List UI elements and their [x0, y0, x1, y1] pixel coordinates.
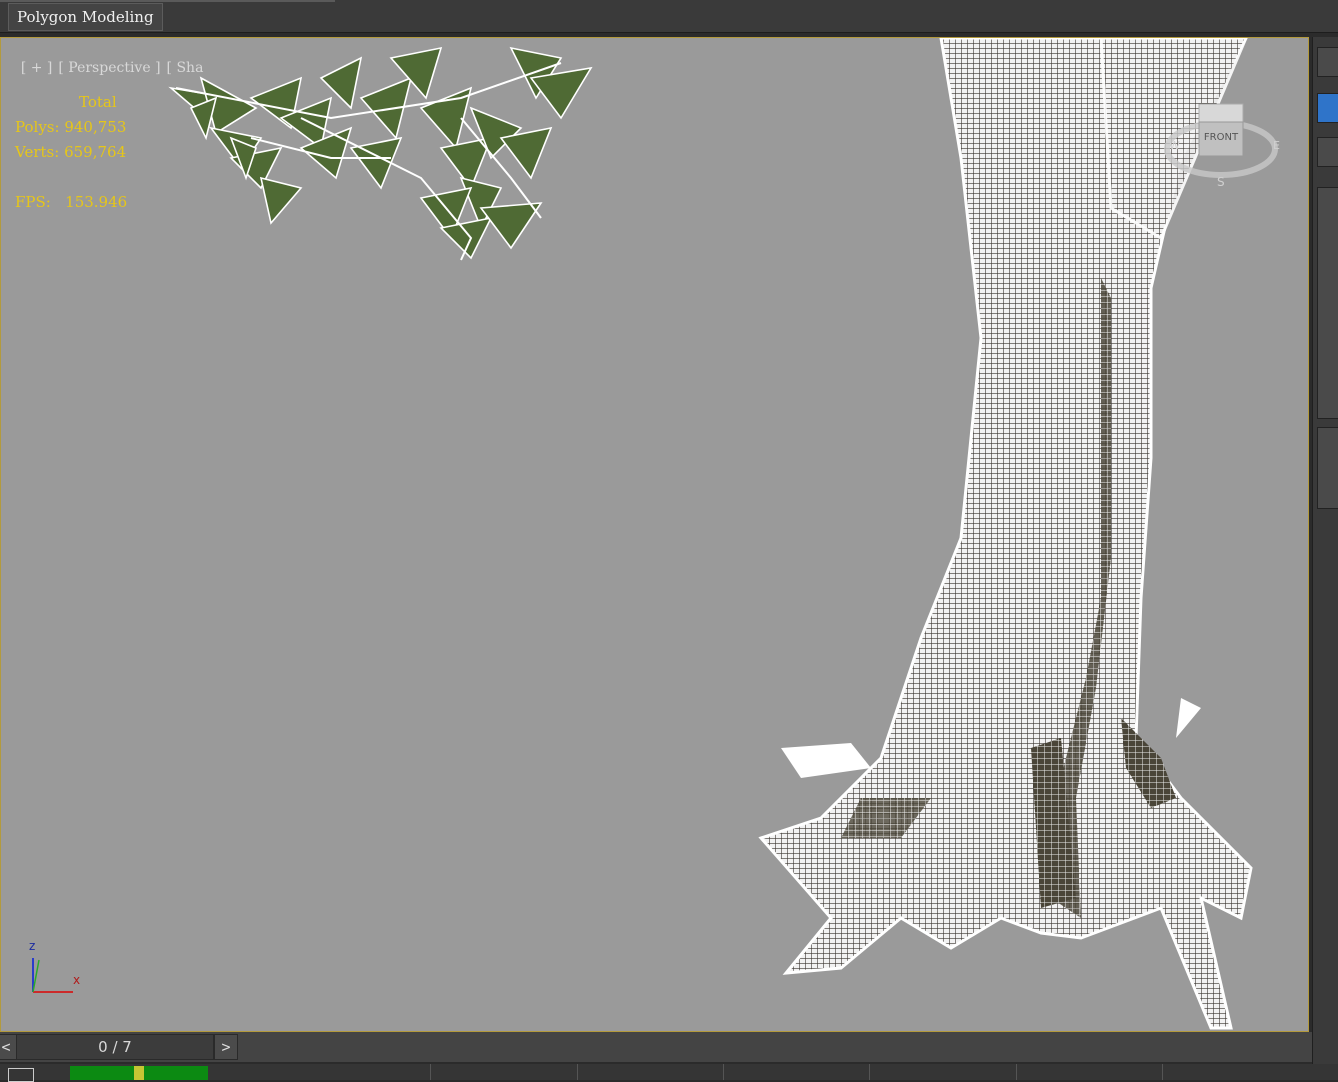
statistics-overlay: Total Polys: 940,753 Verts: 659,764 FPS:… — [15, 90, 127, 215]
track-tick — [577, 1064, 578, 1080]
tree-leaves — [168, 46, 593, 261]
track-tick — [1016, 1064, 1017, 1080]
panel-rollout-1[interactable] — [1317, 187, 1338, 419]
stats-verts-value: 659,764 — [64, 143, 127, 161]
track-tick — [869, 1064, 870, 1080]
viewcube-compass-w[interactable]: W — [1169, 139, 1180, 152]
stats-fps-row: FPS: 153.946 — [15, 190, 127, 215]
panel-button-3[interactable] — [1317, 137, 1338, 167]
time-next-button[interactable]: > — [214, 1034, 238, 1060]
stats-spacer — [15, 165, 127, 190]
viewcube-face-label[interactable]: FRONT — [1204, 132, 1239, 143]
viewport-menu-shading[interactable]: [ Sha — [167, 60, 204, 76]
stats-fps-label: FPS: — [15, 193, 51, 211]
track-key-marker[interactable] — [134, 1066, 144, 1080]
track-bar[interactable] — [0, 1064, 1338, 1082]
tab-polygon-modeling[interactable]: Polygon Modeling — [8, 3, 163, 31]
viewcube-compass-s[interactable]: S — [1217, 175, 1225, 189]
stats-polys-label: Polys: — [15, 118, 60, 136]
ribbon-bar: Polygon Modeling — [0, 0, 1338, 33]
track-tick — [430, 1064, 431, 1080]
time-slider-bar: < 0 / 7 > — [0, 1032, 1312, 1062]
time-slider[interactable]: 0 / 7 — [16, 1034, 214, 1060]
axis-x-label: x — [73, 973, 80, 987]
viewcube-icon[interactable]: FRONT W E S — [1163, 94, 1283, 194]
perspective-viewport[interactable]: [ + ] [ Perspective ] [ Sha Total Polys: 9… — [0, 37, 1309, 1032]
panel-rollout-2[interactable] — [1317, 427, 1338, 509]
stats-polys-value: 940,753 — [64, 118, 127, 136]
stats-polys-row: Polys: 940,753 — [15, 115, 127, 140]
viewport-menu-perspective[interactable]: [ Perspective ] — [58, 60, 160, 76]
tree-scene — [168, 38, 1253, 1030]
stats-verts-label: Verts: — [15, 143, 60, 161]
track-tick — [723, 1064, 724, 1080]
stats-total-heading: Total — [79, 93, 117, 111]
stats-fps-value: 153.946 — [65, 193, 128, 211]
viewport-menu-plus[interactable]: [ + ] — [21, 60, 53, 76]
stats-verts-row: Verts: 659,764 — [15, 140, 127, 165]
panel-button-1[interactable] — [1317, 47, 1338, 77]
axis-tripod-icon: z x — [29, 939, 80, 993]
viewport-label[interactable]: [ + ] [ Perspective ] [ Sha — [3, 44, 209, 92]
axis-z-label: z — [29, 939, 35, 953]
ribbon-top-line — [0, 0, 335, 2]
viewcube-compass-e[interactable]: E — [1273, 139, 1280, 152]
track-tick — [1162, 1064, 1163, 1080]
command-panel-edge[interactable] — [1312, 37, 1338, 1067]
panel-button-2[interactable] — [1317, 93, 1338, 123]
